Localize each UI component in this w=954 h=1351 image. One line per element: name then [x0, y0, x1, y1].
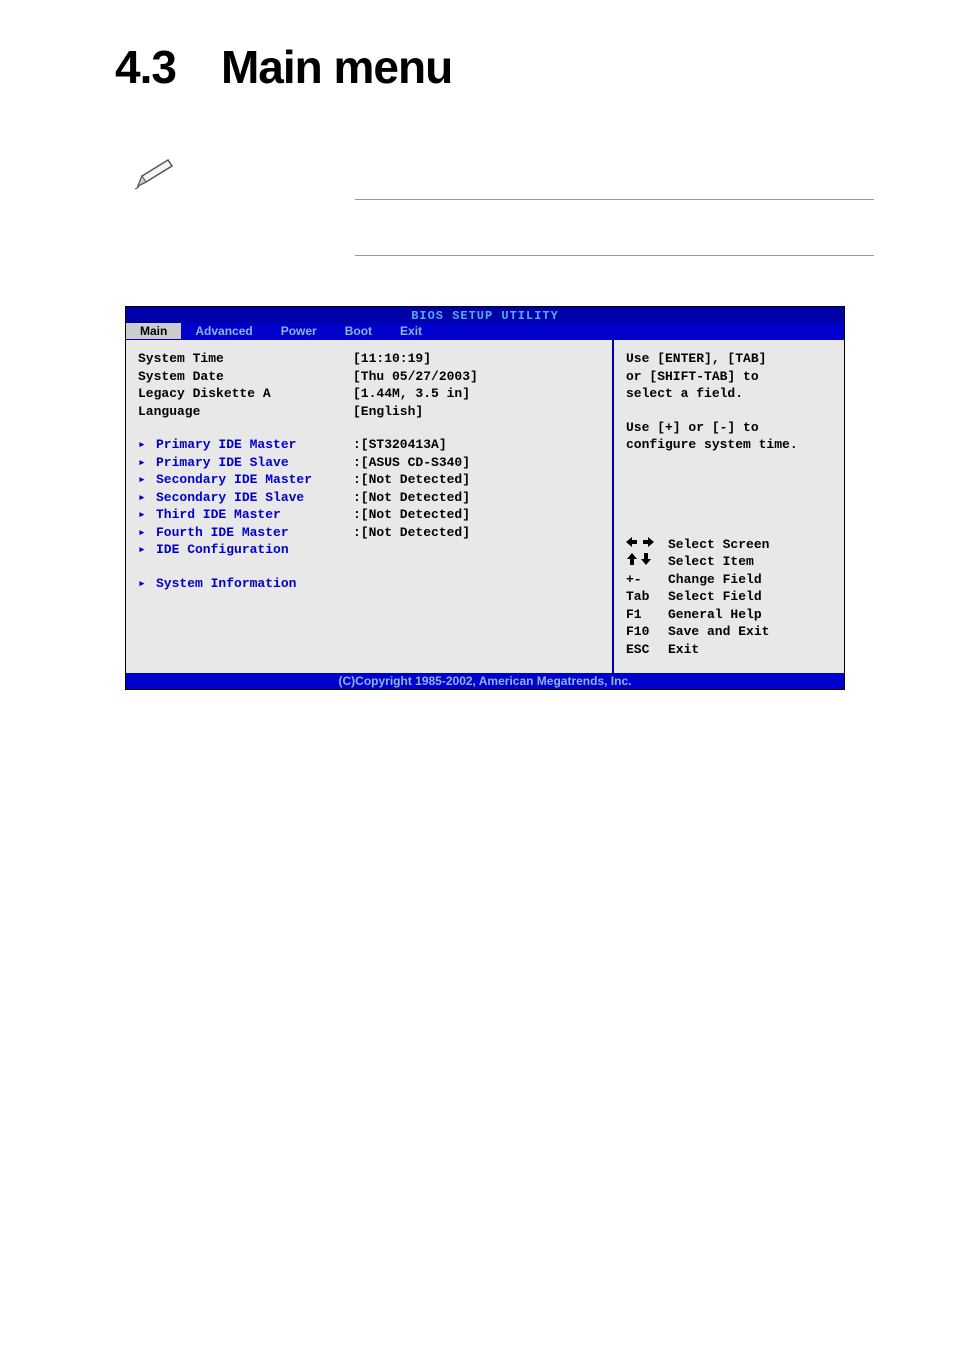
system-date-value[interactable]: [Thu 05/27/2003]: [353, 368, 604, 386]
help-nav-key: +-: [626, 571, 668, 589]
spacer: [138, 559, 604, 575]
help-line: Use [ENTER], [TAB]: [626, 350, 834, 368]
third-ide-master-label: Third IDE Master: [156, 506, 353, 524]
help-nav-key: ESC: [626, 641, 668, 659]
spacer: [626, 403, 834, 419]
menu-power[interactable]: Power: [267, 323, 331, 339]
help-line: configure system time.: [626, 436, 834, 454]
help-exit: ESC Exit: [626, 641, 834, 659]
help-save-exit: F10 Save and Exit: [626, 623, 834, 641]
fourth-ide-master-value: :[Not Detected]: [353, 524, 604, 542]
help-select-item: Select Item: [626, 553, 834, 571]
menu-exit[interactable]: Exit: [386, 323, 436, 339]
field-ide-configuration[interactable]: ▸ IDE Configuration: [138, 541, 604, 559]
help-nav-label: Select Field: [668, 588, 762, 606]
bios-help-panel: Use [ENTER], [TAB] or [SHIFT-TAB] to sel…: [614, 340, 844, 673]
system-date-label: System Date: [138, 368, 353, 386]
submenu-arrow-icon: ▸: [138, 454, 156, 472]
help-nav-label: Select Screen: [668, 536, 769, 554]
submenu-arrow-icon: ▸: [138, 575, 156, 593]
help-nav-label: General Help: [668, 606, 762, 624]
submenu-arrow-icon: ▸: [138, 471, 156, 489]
help-nav-key: F1: [626, 606, 668, 624]
primary-ide-slave-value: :[ASUS CD-S340]: [353, 454, 604, 472]
field-language[interactable]: Language [English]: [138, 403, 604, 421]
pencil-icon: [130, 154, 180, 199]
language-value[interactable]: [English]: [353, 403, 604, 421]
submenu-arrow-icon: ▸: [138, 541, 156, 559]
language-label: Language: [138, 403, 353, 421]
field-primary-ide-master[interactable]: ▸ Primary IDE Master :[ST320413A]: [138, 436, 604, 454]
field-legacy-diskette[interactable]: Legacy Diskette A [1.44M, 3.5 in]: [138, 385, 604, 403]
help-line: select a field.: [626, 385, 834, 403]
secondary-ide-master-label: Secondary IDE Master: [156, 471, 353, 489]
help-nav-label: Exit: [668, 641, 699, 659]
menu-advanced[interactable]: Advanced: [181, 323, 266, 339]
field-third-ide-master[interactable]: ▸ Third IDE Master :[Not Detected]: [138, 506, 604, 524]
help-nav-label: Change Field: [668, 571, 762, 589]
system-time-value[interactable]: [11:10:19]: [353, 350, 604, 368]
field-primary-ide-slave[interactable]: ▸ Primary IDE Slave :[ASUS CD-S340]: [138, 454, 604, 472]
help-nav-key: F10: [626, 623, 668, 641]
help-general-help: F1 General Help: [626, 606, 834, 624]
bios-menu-bar: Main Advanced Power Boot Exit: [126, 323, 844, 340]
help-select-field: Tab Select Field: [626, 588, 834, 606]
bios-window: BIOS SETUP UTILITY Main Advanced Power B…: [125, 306, 845, 690]
submenu-arrow-icon: ▸: [138, 436, 156, 454]
note-icon-row: [0, 134, 954, 306]
fourth-ide-master-label: Fourth IDE Master: [156, 524, 353, 542]
menu-main[interactable]: Main: [126, 323, 181, 339]
primary-ide-master-label: Primary IDE Master: [156, 436, 353, 454]
divider-bottom: [355, 255, 874, 256]
legacy-diskette-value[interactable]: [1.44M, 3.5 in]: [353, 385, 604, 403]
submenu-arrow-icon: ▸: [138, 524, 156, 542]
submenu-arrow-icon: ▸: [138, 489, 156, 507]
page-heading: 4.3 Main menu: [0, 0, 954, 134]
bios-title: BIOS SETUP UTILITY: [126, 307, 844, 323]
field-system-date[interactable]: System Date [Thu 05/27/2003]: [138, 368, 604, 386]
ide-configuration-label: IDE Configuration: [156, 541, 353, 559]
spacer: [138, 420, 604, 436]
help-line: Use [+] or [-] to: [626, 419, 834, 437]
field-system-information[interactable]: ▸ System Information: [138, 575, 604, 593]
system-time-label: System Time: [138, 350, 353, 368]
help-line: or [SHIFT-TAB] to: [626, 368, 834, 386]
legacy-diskette-label: Legacy Diskette A: [138, 385, 353, 403]
bios-footer: (C)Copyright 1985-2002, American Megatre…: [126, 673, 844, 689]
help-nav-label: Save and Exit: [668, 623, 769, 641]
arrows-left-right-icon: [626, 536, 668, 554]
arrows-up-down-icon: [626, 553, 668, 571]
third-ide-master-value: :[Not Detected]: [353, 506, 604, 524]
menu-boot[interactable]: Boot: [331, 323, 386, 339]
secondary-ide-slave-value: :[Not Detected]: [353, 489, 604, 507]
field-system-time[interactable]: System Time [11:10:19]: [138, 350, 604, 368]
submenu-arrow-icon: ▸: [138, 506, 156, 524]
field-fourth-ide-master[interactable]: ▸ Fourth IDE Master :[Not Detected]: [138, 524, 604, 542]
primary-ide-slave-label: Primary IDE Slave: [156, 454, 353, 472]
spacer: [626, 454, 834, 536]
field-secondary-ide-slave[interactable]: ▸ Secondary IDE Slave :[Not Detected]: [138, 489, 604, 507]
help-change-field: +- Change Field: [626, 571, 834, 589]
field-secondary-ide-master[interactable]: ▸ Secondary IDE Master :[Not Detected]: [138, 471, 604, 489]
secondary-ide-slave-label: Secondary IDE Slave: [156, 489, 353, 507]
system-information-label: System Information: [156, 575, 353, 593]
secondary-ide-master-value: :[Not Detected]: [353, 471, 604, 489]
bios-left-panel: System Time [11:10:19] System Date [Thu …: [126, 340, 614, 673]
bios-body: System Time [11:10:19] System Date [Thu …: [126, 340, 844, 673]
primary-ide-master-value: :[ST320413A]: [353, 436, 604, 454]
help-nav-key: Tab: [626, 588, 668, 606]
help-nav-label: Select Item: [668, 553, 754, 571]
divider-top: [355, 199, 874, 200]
help-select-screen: Select Screen: [626, 536, 834, 554]
